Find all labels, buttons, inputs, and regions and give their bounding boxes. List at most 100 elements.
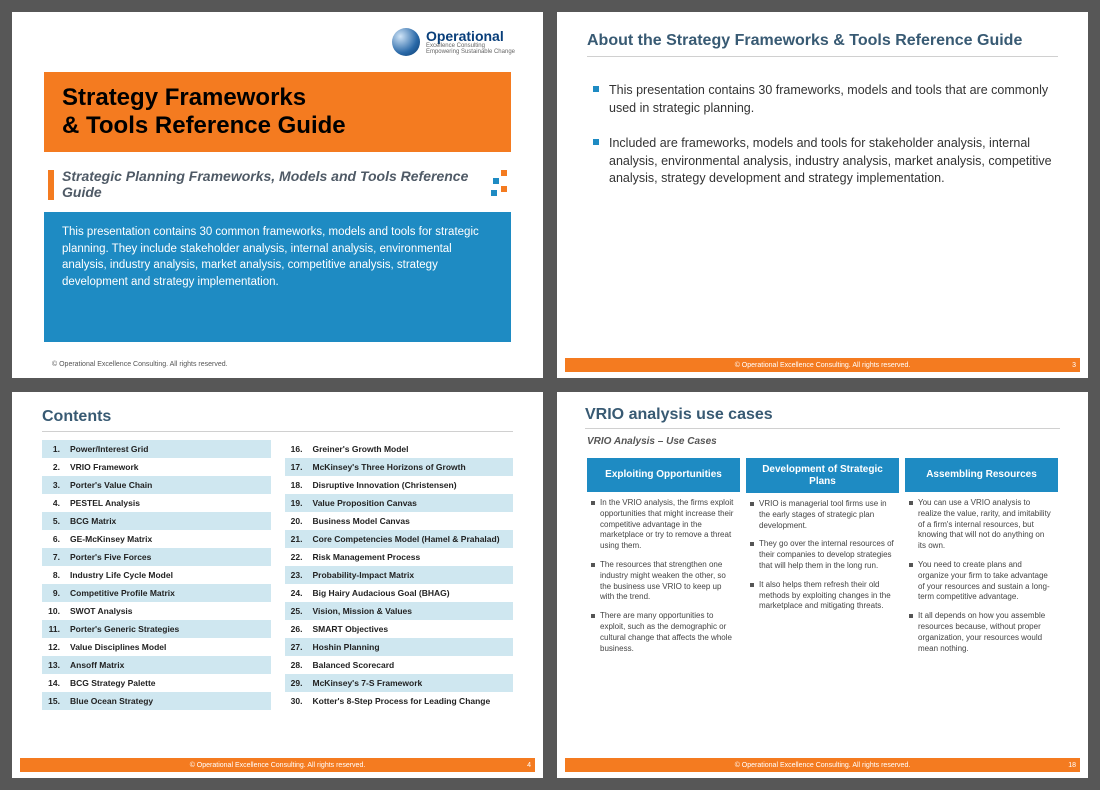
slide-1-title: Operational Excellence Consulting Empowe… [12,12,543,378]
column-head: Development of Strategic Plans [746,458,899,493]
toc-row: 24.Big Hairy Audacious Goal (BHAG) [285,584,514,602]
toc-row: 13.Ansoff Matrix [42,656,271,674]
toc-num: 21. [287,534,303,544]
page-number: 4 [527,762,531,769]
bullet-row: VRIO is managerial tool firms use in the… [750,499,895,531]
toc-row: 8.Industry Life Cycle Model [42,566,271,584]
toc-label: Power/Interest Grid [70,444,148,454]
footer-bar: © Operational Excellence Consulting. All… [565,358,1080,372]
toc-label: Kotter's 8-Step Process for Leading Chan… [313,696,491,706]
column-head: Exploiting Opportunities [587,458,740,492]
bullet-row: You can use a VRIO analysis to realize t… [909,498,1054,552]
toc-label: Porter's Generic Strategies [70,624,179,634]
toc-num: 18. [287,480,303,490]
bullet-text: It also helps them refresh their old met… [759,580,895,612]
toc-label: Probability-Impact Matrix [313,570,415,580]
toc-row: 26. SMART Objectives [285,620,514,638]
brand-sub2: Empowering Sustainable Change [426,49,515,55]
globe-icon [392,28,420,56]
toc-num: 4. [44,498,60,508]
toc-num: 16. [287,444,303,454]
toc-row: 1. Power/Interest Grid [42,440,271,458]
toc-label: Value Disciplines Model [70,642,166,652]
toc-row: 27.Hoshin Planning [285,638,514,656]
toc-num: 8. [44,570,60,580]
divider [585,428,1060,429]
toc-label: SWOT Analysis [70,606,133,616]
accent-bar [48,170,54,200]
toc-label: McKinsey's 7-S Framework [313,678,423,688]
subtitle: Strategic Planning Frameworks, Models an… [62,168,493,200]
square-bullet-icon [593,86,599,92]
bullet-row: You need to create plans and organize yo… [909,560,1054,603]
toc-label: Competitive Profile Matrix [70,588,175,598]
toc-row: 29. McKinsey's 7-S Framework [285,674,514,692]
toc-num: 3. [44,480,60,490]
toc-num: 23. [287,570,303,580]
toc-row: 4. PESTEL Analysis [42,494,271,512]
toc-num: 10. [44,606,60,616]
summary-text: This presentation contains 30 common fra… [62,226,479,288]
square-bullet-icon [591,614,595,618]
toc-row: 12. Value Disciplines Model [42,638,271,656]
footer-copyright: © Operational Excellence Consulting. All… [735,362,911,369]
footer-bar: © Operational Excellence Consulting. All… [20,758,535,772]
toc-num: 22. [287,552,303,562]
bullet-text: It all depends on how you assemble resou… [918,611,1054,654]
pixel-decoration [489,170,507,196]
toc-num: 26. [287,624,303,634]
toc-row: 28.Balanced Scorecard [285,656,514,674]
body: This presentation contains 30 frameworks… [593,82,1052,188]
toc-num: 24. [287,588,303,598]
toc-num: 20. [287,516,303,526]
slide-title: Contents [42,408,513,432]
bullet-text: You can use a VRIO analysis to realize t… [918,498,1054,552]
toc-label: Core Competencies Model (Hamel & Prahala… [313,534,500,544]
toc-num: 17. [287,462,303,472]
footer-copyright: © Operational Excellence Consulting. All… [190,762,366,769]
toc-row: 3.Porter's Value Chain [42,476,271,494]
toc-label: Porter's Five Forces [70,552,151,562]
toc-num: 30. [287,696,303,706]
square-bullet-icon [591,501,595,505]
bullet-text: In the VRIO analysis, the firms exploit … [600,498,736,552]
toc-label: Balanced Scorecard [313,660,395,670]
toc-num: 19. [287,498,303,508]
toc-num: 2. [44,462,60,472]
square-bullet-icon [750,542,754,546]
toc-num: 11. [44,624,60,634]
vrio-column: Assembling Resources You can use a VRIO a… [905,458,1058,662]
square-bullet-icon [591,563,595,567]
toc-label: Hoshin Planning [313,642,380,652]
brand-logo: Operational Excellence Consulting Empowe… [392,28,515,56]
title-band: Strategy Frameworks & Tools Reference Gu… [44,72,511,152]
bullet-text: This presentation contains 30 frameworks… [609,82,1052,117]
bullet-text: The resources that strengthen one indust… [600,560,736,603]
slide-2-about: About the Strategy Frameworks & Tools Re… [557,12,1088,378]
toc-label: PESTEL Analysis [70,498,140,508]
toc-row: 6.GE-McKinsey Matrix [42,530,271,548]
toc-num: 7. [44,552,60,562]
toc-row: 11. Porter's Generic Strategies [42,620,271,638]
toc-row: 16.Greiner's Growth Model [285,440,514,458]
toc-row: 9.Competitive Profile Matrix [42,584,271,602]
toc-num: 12. [44,642,60,652]
vrio-column: Development of Strategic Plans VRIO is ma… [746,458,899,662]
toc-row: 5.BCG Matrix [42,512,271,530]
subheading: VRIO Analysis – Use Cases [587,436,717,447]
slide-4-vrio: VRIO analysis use cases VRIO Analysis – … [557,392,1088,778]
toc-label: VRIO Framework [70,462,139,472]
toc-label: SMART Objectives [313,624,389,634]
toc-col-right: 16.Greiner's Growth Model 17. McKinsey's T… [285,440,514,710]
toc-num: 1. [44,444,60,454]
toc-label: Value Proposition Canvas [313,498,417,508]
toc-row: 18. Disruptive Innovation (Christensen) [285,476,514,494]
toc-label: Disruptive Innovation (Christensen) [313,480,457,490]
column-head: Assembling Resources [905,458,1058,492]
toc-label: McKinsey's Three Horizons of Growth [313,462,466,472]
toc-row: 2. VRIO Framework [42,458,271,476]
vrio-column: Exploiting Opportunities In the VRIO anal… [587,458,740,662]
toc-num: 29. [287,678,303,688]
slide-title: VRIO analysis use cases [585,406,773,424]
toc-label: BCG Strategy Palette [70,678,156,688]
